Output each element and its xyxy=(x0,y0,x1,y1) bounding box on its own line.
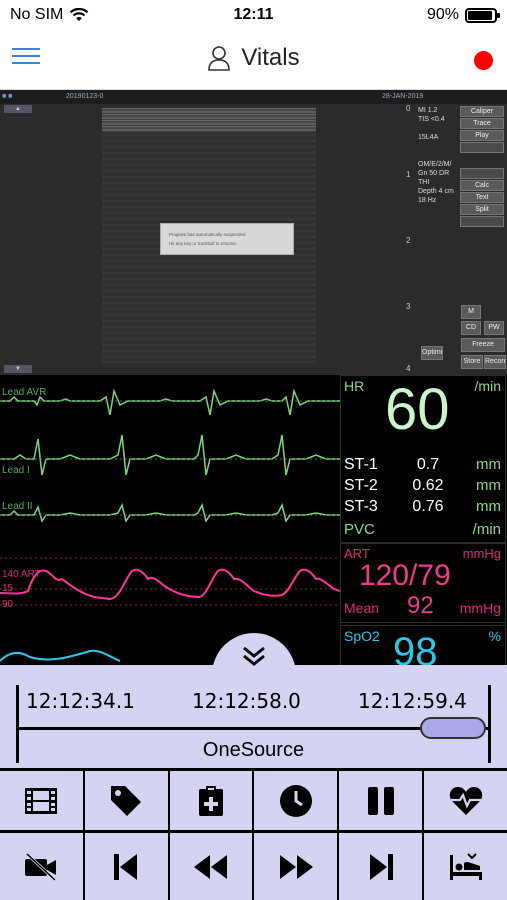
skip-forward-button[interactable] xyxy=(339,833,425,900)
trace-button[interactable]: Trace xyxy=(460,118,504,129)
record-button[interactable]: Record xyxy=(484,355,506,369)
play-button[interactable]: Play xyxy=(460,130,504,141)
page-title: Vitals xyxy=(241,44,300,71)
pause-button[interactable] xyxy=(339,771,425,830)
text-button[interactable]: Text xyxy=(460,192,504,203)
freeze-button[interactable]: Freeze xyxy=(461,338,505,352)
clipboard-button[interactable] xyxy=(170,771,255,830)
ultrasound-date: 20190123-0 xyxy=(66,93,104,100)
ultrasound-image: Program has automatically suspended Hit … xyxy=(102,108,316,363)
nav-bar: Vitals xyxy=(0,30,507,90)
skip-back-icon xyxy=(114,853,138,880)
video-off-button[interactable] xyxy=(0,833,85,900)
ecg-waveforms xyxy=(0,388,340,523)
video-off-icon xyxy=(25,852,57,881)
calc-button[interactable]: Calc xyxy=(460,180,504,191)
clipboard-icon xyxy=(199,785,224,816)
split-button[interactable]: Split xyxy=(460,204,504,215)
pause-icon xyxy=(367,786,394,815)
hr-value: 60 xyxy=(385,377,450,442)
lead-label: Lead II xyxy=(2,501,33,512)
clock-icon xyxy=(279,784,312,817)
rewind-button[interactable] xyxy=(170,833,255,900)
m-mode-button[interactable]: M xyxy=(461,305,481,319)
source-label: OneSource xyxy=(202,739,305,761)
film-icon xyxy=(25,787,58,814)
ultrasound-header: ■ ■ 20190123-0 28-JAN-2019 xyxy=(0,90,507,104)
art-scale-label: 15 xyxy=(2,583,14,594)
blank-button[interactable] xyxy=(460,142,504,153)
timeline-start-time: 12:12:34.1 xyxy=(26,689,135,713)
ultrasound-controls: Caliper Trace Play Calc Text Split xyxy=(460,106,506,228)
ultrasound-date-right: 28-JAN-2019 xyxy=(382,93,424,100)
fast-forward-button[interactable] xyxy=(254,833,340,900)
scroll-down-icon[interactable]: ▼ xyxy=(4,365,32,373)
spo2-value: 98 xyxy=(393,630,438,665)
skip-back-button[interactable] xyxy=(85,833,170,900)
patient-button[interactable] xyxy=(424,833,507,900)
spo2-panel: SpO2 % 98 xyxy=(340,625,506,665)
mean-value: 92 xyxy=(407,592,434,619)
rewind-icon xyxy=(194,854,228,879)
playback-toolbar xyxy=(0,830,507,900)
scroll-up-icon[interactable]: ▲ xyxy=(4,105,32,113)
blank-button[interactable] xyxy=(460,216,504,227)
optimize-button[interactable]: Optimize xyxy=(421,346,443,360)
mean-unit: mmHg xyxy=(459,600,501,616)
fast-forward-icon xyxy=(279,854,313,879)
battery-percent: 90% xyxy=(426,6,459,23)
timeline-end-time: 12:12:59.4 xyxy=(358,689,467,713)
art-scale-label: 140 ART xyxy=(2,569,41,580)
vitals-button[interactable] xyxy=(424,771,507,830)
pvc-row: PVC /min xyxy=(344,521,501,538)
ultrasound-view: ■ ■ 20190123-0 28-JAN-2019 ▲ ▼ Program h… xyxy=(0,90,507,375)
art-scale-label: 90 xyxy=(2,599,14,610)
art-panel: ART mmHg 120/79 Mean 92 mmHg xyxy=(340,543,506,623)
timeline-mid-time: 12:12:58.0 xyxy=(192,689,301,713)
suspend-dialog: Program has automatically suspended Hit … xyxy=(160,223,294,255)
spo2-unit: % xyxy=(488,628,501,644)
hr-label: HR xyxy=(344,378,365,394)
art-unit: mmHg xyxy=(462,546,501,561)
film-button[interactable] xyxy=(0,771,85,830)
cd-mode-button[interactable]: CD xyxy=(461,321,481,335)
playback-timeline: 12:12:34.1 12:12:58.0 12:12:59.4 OneSour… xyxy=(0,665,507,770)
heart-pulse-icon xyxy=(449,786,482,815)
spo2-label: SpO2 xyxy=(344,628,380,644)
clock-button[interactable] xyxy=(254,771,340,830)
depth-scale: 0 1 2 3 4 xyxy=(406,104,411,373)
lead-label: Lead AVR xyxy=(2,387,47,398)
media-toolbar xyxy=(0,768,507,830)
hr-panel: HR /min 60 ST-1 0.7 mm ST-2 0.62 mm ST-3… xyxy=(340,375,506,543)
record-indicator-button[interactable] xyxy=(474,51,493,70)
ultrasound-params: MI 1.2 TIS <0.4 15L4A OM/E/2/M/ Gn 50 DR… xyxy=(418,107,454,204)
chevron-down-icon xyxy=(243,646,265,666)
person-icon xyxy=(208,46,231,71)
timeline-scrubber[interactable] xyxy=(420,717,486,739)
patient-monitor: Lead AVR Lead I Lead II HR /min 60 ST-1 … xyxy=(0,375,507,665)
mean-label: Mean xyxy=(344,600,380,616)
store-button[interactable]: Store xyxy=(461,355,483,369)
blank-button[interactable] xyxy=(460,168,504,179)
lead-label: Lead I xyxy=(2,465,30,476)
tag-button[interactable] xyxy=(85,771,170,830)
patient-bed-icon xyxy=(449,852,482,880)
hr-unit: /min xyxy=(474,378,501,394)
status-bar: No SIM 12:11 90% xyxy=(0,0,507,30)
tag-icon xyxy=(111,785,142,816)
battery-icon xyxy=(465,7,500,23)
art-waveform xyxy=(0,557,340,606)
art-value: 120/79 xyxy=(359,559,451,592)
caliper-button[interactable]: Caliper xyxy=(460,106,504,117)
pw-mode-button[interactable]: PW xyxy=(484,321,504,335)
skip-forward-icon xyxy=(369,853,393,880)
